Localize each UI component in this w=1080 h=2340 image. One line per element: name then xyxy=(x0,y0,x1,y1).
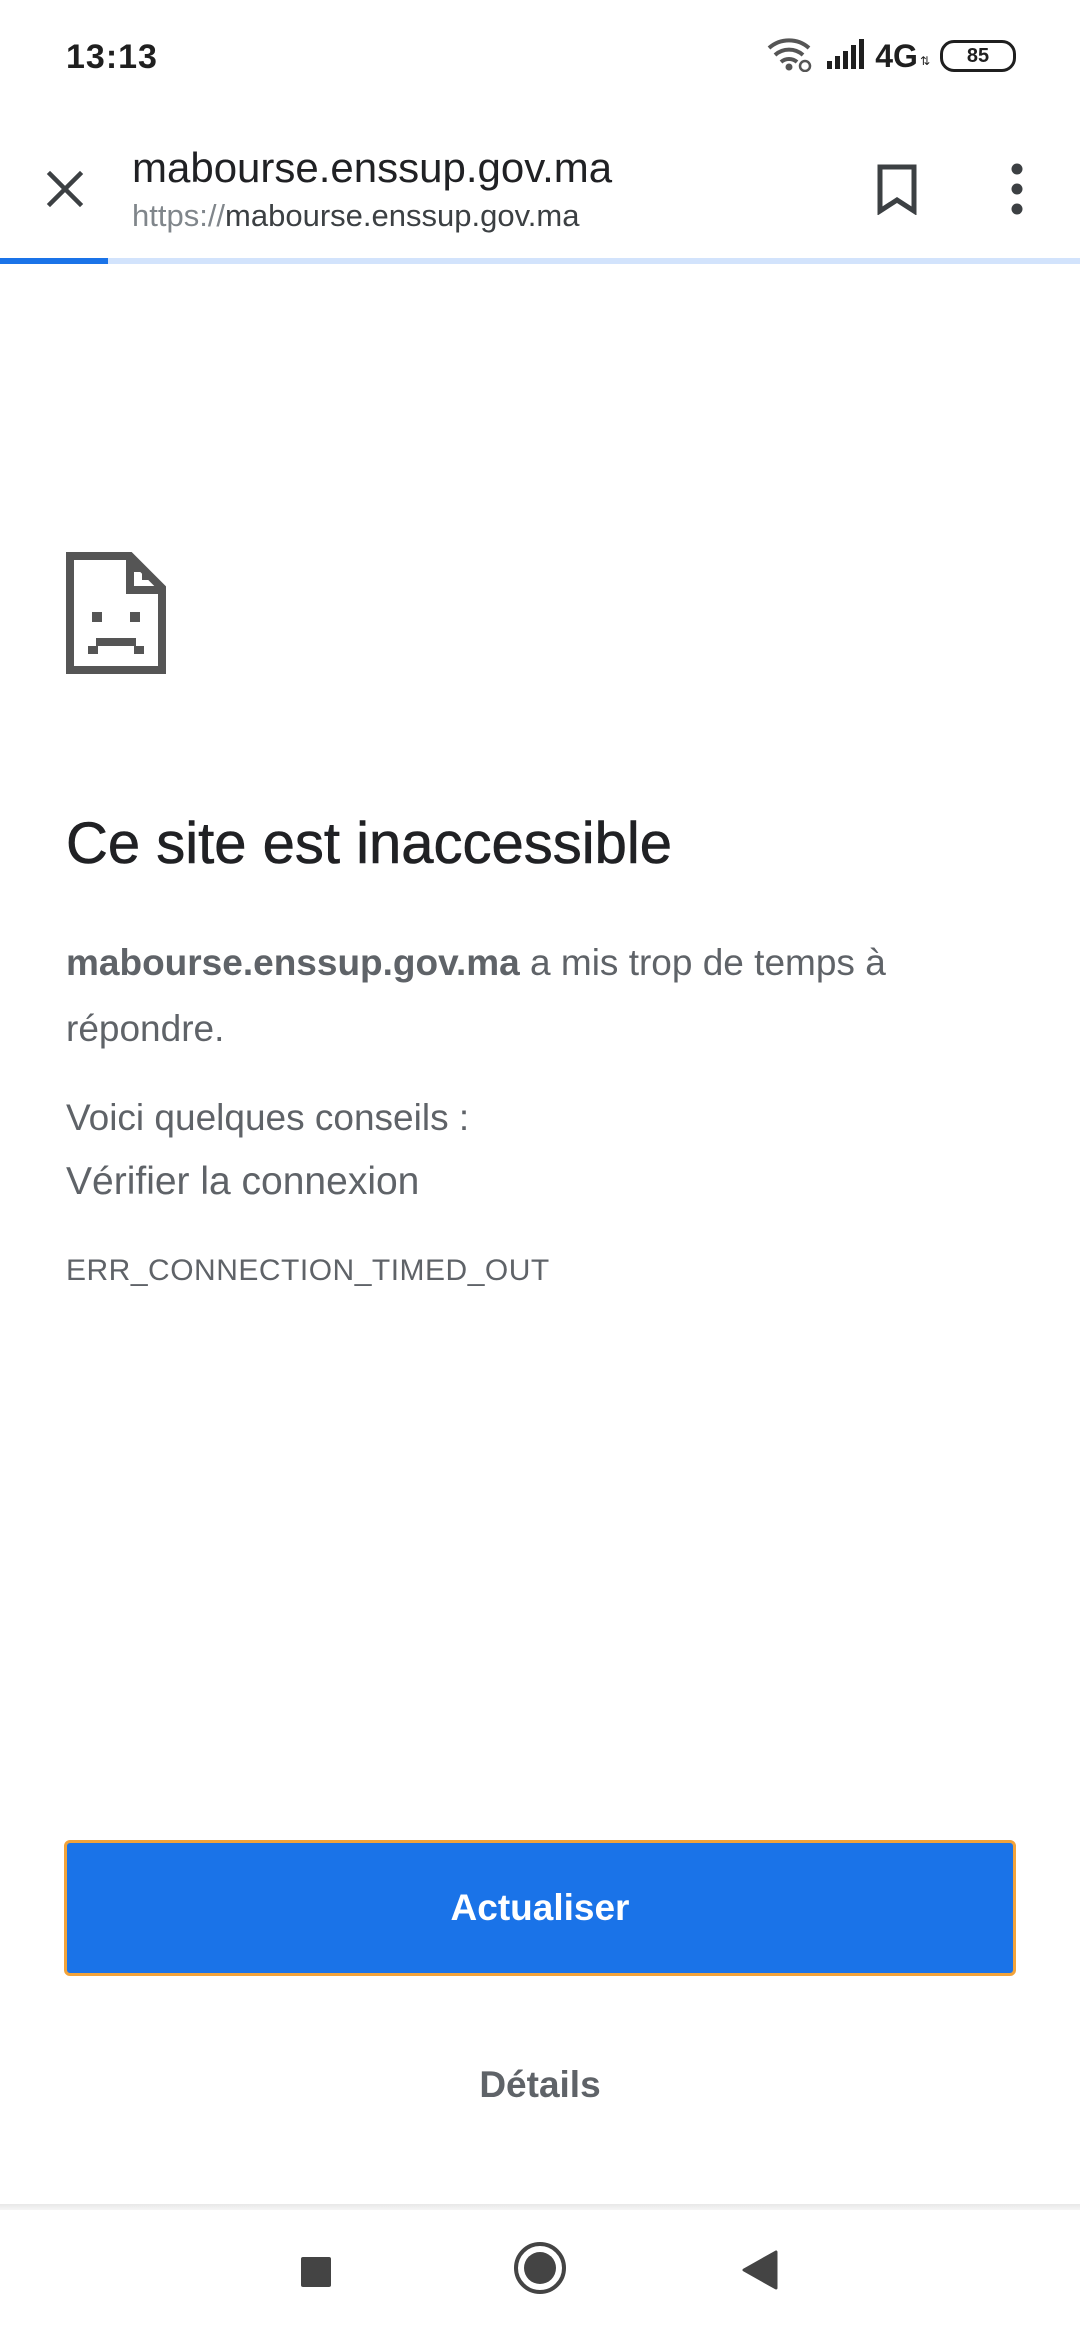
wifi-icon xyxy=(765,36,813,77)
system-navigation-bar xyxy=(0,2210,1080,2340)
custom-tab-toolbar: mabourse.enssup.gov.ma https://mabourse.… xyxy=(0,118,1080,260)
status-icons: 4G ⇅ 85 xyxy=(751,36,1016,76)
recents-icon xyxy=(299,2255,333,2294)
home-icon xyxy=(512,2240,568,2301)
sad-page-icon xyxy=(66,552,166,674)
error-host: mabourse.enssup.gov.ma xyxy=(66,942,520,983)
suggestions-title: Voici quelques conseils : xyxy=(66,1097,470,1138)
screen: 13:13 4G ⇅ 85 mabourse.enssup.gov.ma htt… xyxy=(0,0,1080,2340)
more-vert-icon xyxy=(1009,163,1025,220)
back-button[interactable] xyxy=(730,2242,790,2302)
close-icon xyxy=(45,169,85,214)
error-message: mabourse.enssup.gov.ma a mis trop de tem… xyxy=(66,930,986,1062)
back-icon xyxy=(740,2248,780,2297)
signal-icon xyxy=(827,38,869,74)
details-button[interactable]: Détails xyxy=(390,2040,690,2130)
title-block[interactable]: mabourse.enssup.gov.ma https://mabourse.… xyxy=(132,140,832,236)
network-activity-indicator: ⇅ xyxy=(919,54,930,68)
battery-level: 85 xyxy=(966,44,990,67)
home-button[interactable] xyxy=(510,2240,570,2300)
error-code: ERR_CONNECTION_TIMED_OUT xyxy=(66,1254,550,1287)
bookmark-icon xyxy=(876,163,918,220)
error-page: Ce site est inaccessible mabourse.enssup… xyxy=(0,264,1080,2210)
recents-button[interactable] xyxy=(286,2244,346,2304)
status-time: 13:13 xyxy=(66,38,158,76)
suggestion-check-connection: Vérifier la connexion xyxy=(66,1160,420,1203)
error-heading: Ce site est inaccessible xyxy=(66,811,673,877)
status-bar: 13:13 4G ⇅ 85 xyxy=(0,0,1080,118)
more-options-button[interactable] xyxy=(982,156,1052,226)
page-title: mabourse.enssup.gov.ma xyxy=(132,144,613,191)
battery-icon: 85 xyxy=(940,40,1016,72)
url-host: mabourse.enssup.gov.ma xyxy=(225,198,580,233)
reload-button[interactable]: Actualiser xyxy=(64,1840,1016,1976)
close-tab-button[interactable] xyxy=(30,156,100,226)
page-url: https://mabourse.enssup.gov.ma xyxy=(132,196,832,236)
network-type-label: 4G xyxy=(875,37,918,74)
bookmark-button[interactable] xyxy=(862,156,932,226)
url-scheme: https:// xyxy=(132,198,226,233)
